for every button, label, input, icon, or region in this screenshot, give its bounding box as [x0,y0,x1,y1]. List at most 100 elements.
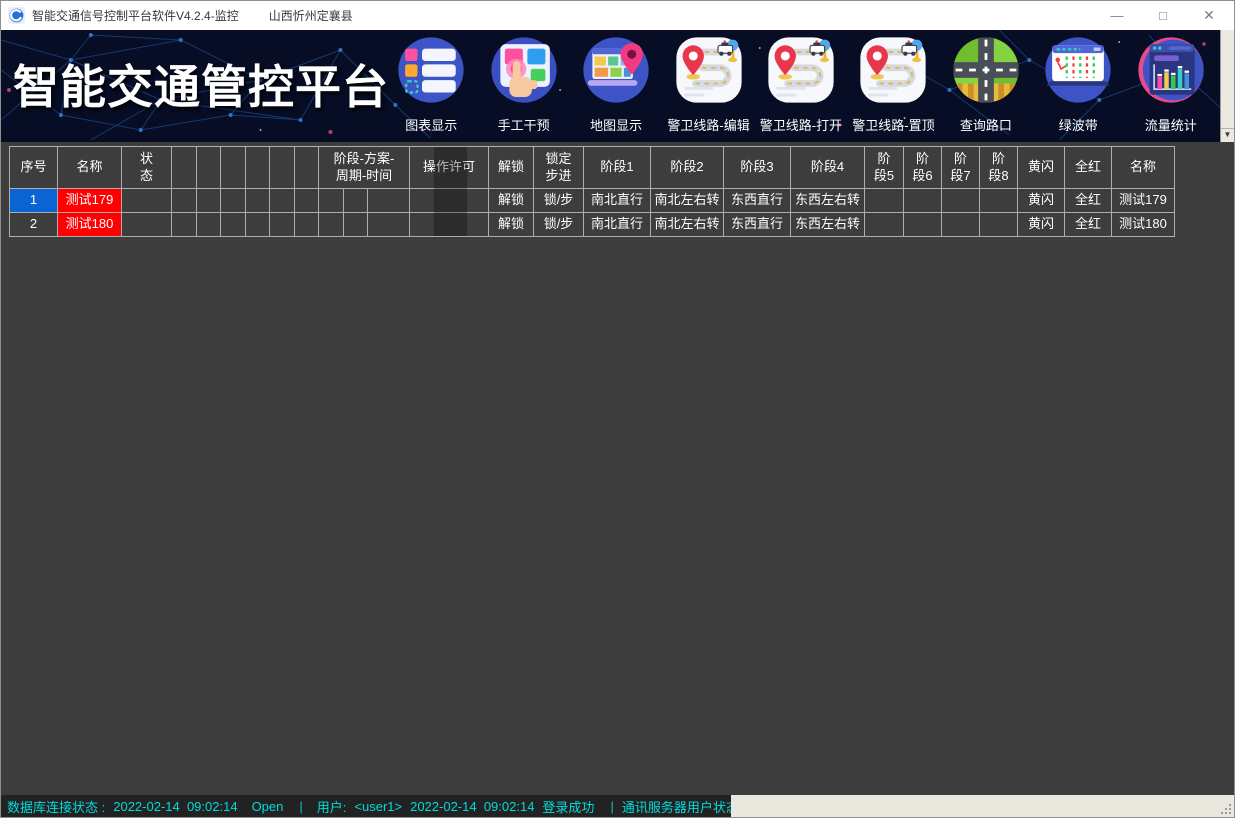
cell-e8[interactable] [344,189,368,213]
cell-stage3[interactable]: 东西直行 [724,213,791,237]
col-header-stage8: 阶段8 [980,147,1018,189]
col-header-stage1: 阶段1 [584,147,651,189]
user-name: <user1> [354,799,402,814]
cell-status[interactable] [122,189,172,213]
col-header-e1 [172,147,197,189]
col-header-op_permit: 操作许可 [410,147,489,189]
cell-e4[interactable] [246,189,270,213]
cell-seq[interactable]: 2 [10,213,58,237]
tool-manual-intervention[interactable]: 手工干预 [477,30,569,142]
cell-status[interactable] [122,213,172,237]
manual-intervention-icon [488,34,560,106]
col-header-stage2: 阶段2 [651,147,724,189]
toolbar: 图表显示 手工 [385,30,1217,142]
tool-guard-route-edit[interactable]: 警卫线路-编辑 [662,30,754,142]
tool-guard-route-open[interactable]: 警卫线路-打开 [755,30,847,142]
cell-stage4[interactable]: 东西左右转 [791,189,865,213]
cell-all_red[interactable]: 全红 [1065,213,1112,237]
cell-e1[interactable] [172,213,197,237]
tool-query-intersection[interactable]: 查询路口 [940,30,1032,142]
cell-flash_yellow[interactable]: 黄闪 [1018,189,1065,213]
col-header-stage_info: 阶段-方案-周期-时间 [319,147,410,189]
cell-stage2[interactable]: 南北左右转 [651,213,724,237]
col-header-status: 状态 [122,147,172,189]
cell-name[interactable]: 测试179 [58,189,122,213]
banner: 智能交通管控平台 图表显示 [1,30,1234,142]
tool-flow-statistics[interactable]: 流量统计 [1125,30,1217,142]
cell-e1[interactable] [172,189,197,213]
cell-e2[interactable] [197,189,221,213]
tool-label: 警卫线路-打开 [760,115,842,134]
minimize-button[interactable]: — [1094,1,1140,30]
cell-e4[interactable] [246,213,270,237]
map-display-icon [580,34,652,106]
query-intersection-icon [950,34,1022,106]
comm-server-label: 通讯服务器用户状态: [622,797,731,816]
cell-stage8[interactable] [980,189,1018,213]
cell-lock_step[interactable]: 锁/步 [534,189,584,213]
titlebar: 智能交通信号控制平台软件V4.2.4-监控 山西忻州定襄县 — □ ✕ [1,1,1234,30]
grid-row-1[interactable]: 1测试179解锁锁/步南北直行南北左右转东西直行东西左右转黄闪全红测试179 [10,189,1175,213]
cell-unlock[interactable]: 解锁 [489,189,534,213]
cell-stage2[interactable]: 南北左右转 [651,189,724,213]
cell-stage_info[interactable] [368,213,410,237]
cell-lock_step[interactable]: 锁/步 [534,213,584,237]
cell-name2[interactable]: 测试180 [1112,213,1175,237]
cell-e7[interactable] [319,213,344,237]
cell-all_red[interactable]: 全红 [1065,189,1112,213]
statusbar-text: 数据库连接状态 : 2022-02-14 09:02:14 Open | 用户:… [1,795,731,817]
cell-e7[interactable] [319,189,344,213]
cell-flash_yellow[interactable]: 黄闪 [1018,213,1065,237]
cell-stage8[interactable] [980,213,1018,237]
cell-e5[interactable] [270,189,295,213]
tool-label: 查询路口 [960,115,1012,134]
cell-e2[interactable] [197,213,221,237]
resize-grip[interactable] [1221,804,1231,814]
cell-stage1[interactable]: 南北直行 [584,189,651,213]
statusbar: 数据库连接状态 : 2022-02-14 09:02:14 Open | 用户:… [1,795,1234,817]
col-header-stage6: 阶段6 [904,147,942,189]
cell-e6[interactable] [295,213,319,237]
cell-stage6[interactable] [904,189,942,213]
cell-stage5[interactable] [865,213,904,237]
chart-display-icon [395,34,467,106]
tool-guard-route-top[interactable]: 警卫线路-置顶 [847,30,939,142]
cell-e5[interactable] [270,213,295,237]
guard-route-top-icon [857,34,929,106]
signal-grid-table: 序号名称状态阶段-方案-周期-时间操作许可解锁锁定步进阶段1阶段2阶段3阶段4阶… [9,146,1175,237]
cell-op_permit[interactable] [410,189,489,213]
col-header-name: 名称 [58,147,122,189]
grid-row-2[interactable]: 2测试180解锁锁/步南北直行南北左右转东西直行东西左右转黄闪全红测试180 [10,213,1175,237]
cell-stage5[interactable] [865,189,904,213]
cell-e8[interactable] [344,213,368,237]
cell-seq[interactable]: 1 [10,189,58,213]
cell-name[interactable]: 测试180 [58,213,122,237]
cell-name2[interactable]: 测试179 [1112,189,1175,213]
cell-op_permit[interactable] [410,213,489,237]
user-label: 用户: [317,797,347,816]
cell-e6[interactable] [295,189,319,213]
toolbar-scroll-down-button[interactable]: ▼ [1221,128,1234,142]
toolbar-scrollbar[interactable]: ▼ [1220,30,1234,142]
tool-label: 图表显示 [405,115,457,134]
tool-label: 警卫线路-编辑 [667,115,749,134]
cell-stage7[interactable] [942,189,980,213]
col-header-lock_step: 锁定步进 [534,147,584,189]
tool-label: 流量统计 [1145,115,1197,134]
tool-green-wave[interactable]: 绿波带 [1032,30,1124,142]
tool-chart-display[interactable]: 图表显示 [385,30,477,142]
cell-stage3[interactable]: 东西直行 [724,189,791,213]
cell-e3[interactable] [221,213,246,237]
cell-e3[interactable] [221,189,246,213]
tool-map-display[interactable]: 地图显示 [570,30,662,142]
cell-stage6[interactable] [904,213,942,237]
close-button[interactable]: ✕ [1186,1,1232,30]
col-header-e5 [270,147,295,189]
cell-stage_info[interactable] [368,189,410,213]
cell-stage4[interactable]: 东西左右转 [791,213,865,237]
maximize-button[interactable]: □ [1140,1,1186,30]
cell-stage7[interactable] [942,213,980,237]
cell-unlock[interactable]: 解锁 [489,213,534,237]
col-header-stage5: 阶段5 [865,147,904,189]
cell-stage1[interactable]: 南北直行 [584,213,651,237]
